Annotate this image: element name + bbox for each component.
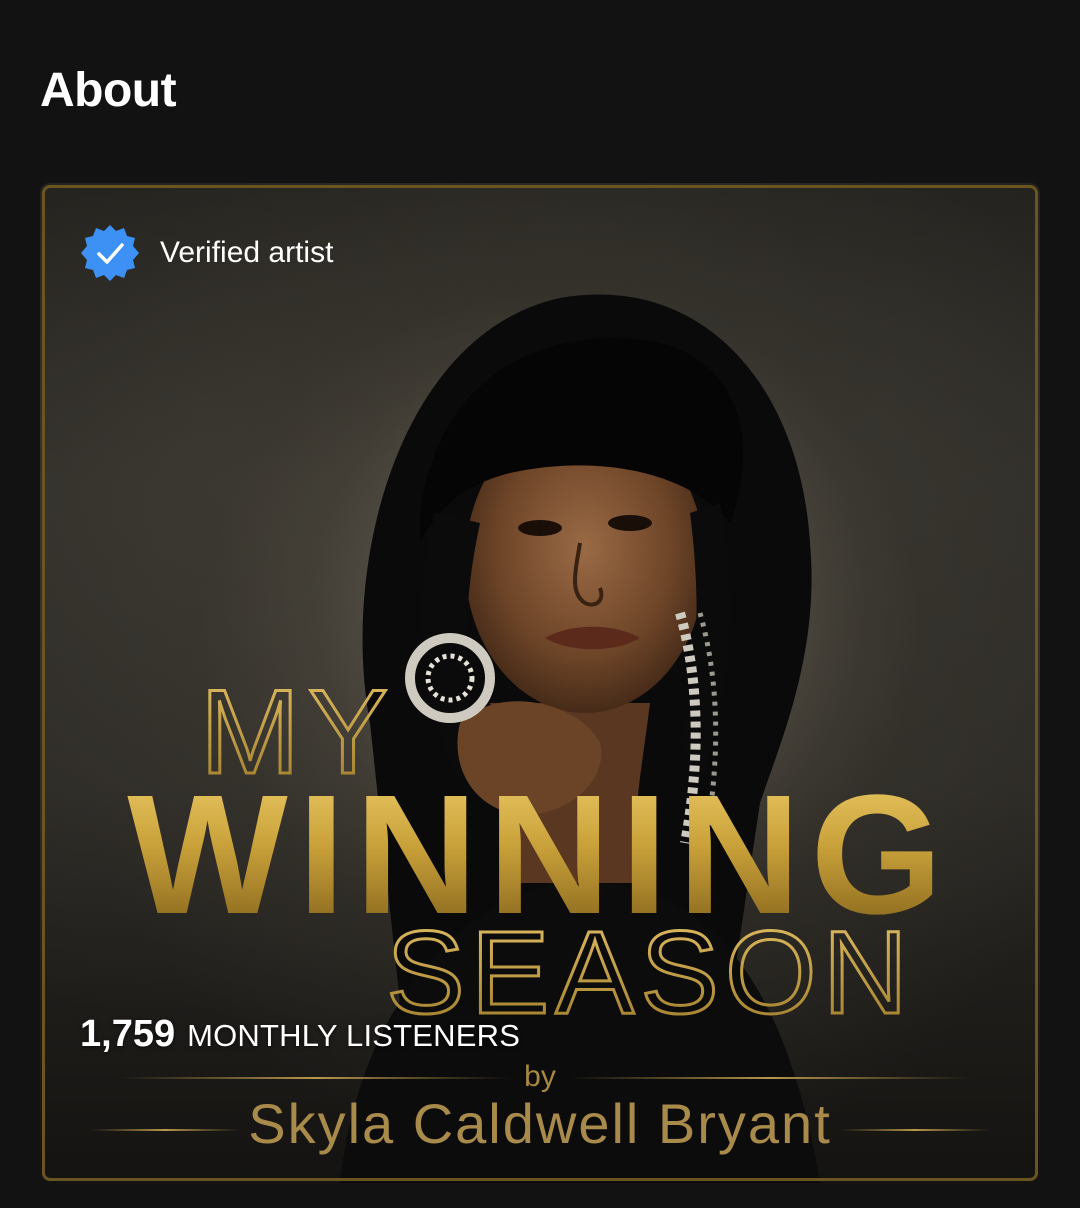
- artwork-artist-name: Skyla Caldwell Bryant: [248, 1092, 832, 1155]
- verified-artist-row: Verified artist: [80, 223, 333, 283]
- monthly-listeners-label: MONTHLY LISTENERS: [187, 1018, 521, 1053]
- section-title: About: [40, 64, 177, 117]
- about-card[interactable]: MY WINNING SEASON by Skyla Caldwell Brya…: [40, 183, 1040, 1183]
- monthly-listeners-count: 1,759: [80, 1013, 176, 1055]
- monthly-listeners: 1,759 MONTHLY LISTENERS: [80, 1013, 520, 1056]
- artist-about-page: About MY WINNING SEASON by Skyla Caldwel…: [0, 0, 1080, 1208]
- verified-artist-label: Verified artist: [160, 236, 334, 269]
- verified-badge-icon: [81, 225, 139, 281]
- artwork-by-label: by: [524, 1060, 556, 1093]
